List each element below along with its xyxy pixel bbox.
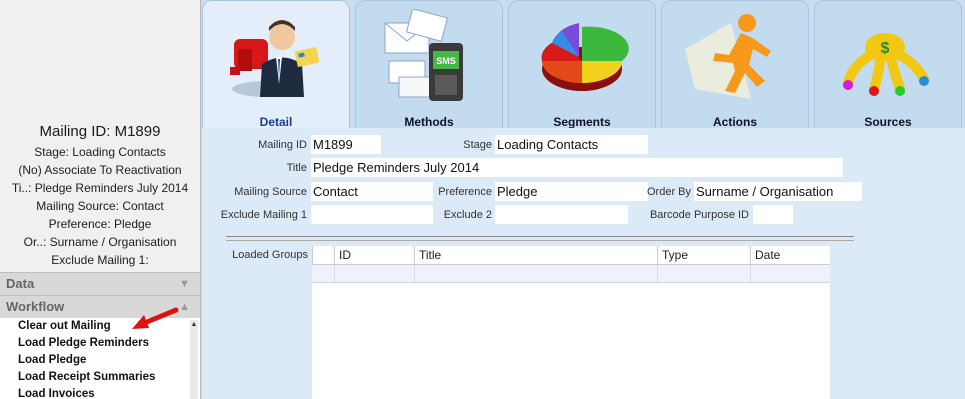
money-sources-icon: $	[843, 33, 929, 96]
tab-methods[interactable]: SMS Methods	[355, 0, 503, 129]
summary-preference: Preference: Pledge	[48, 217, 152, 231]
tab-methods-label: Methods	[404, 115, 454, 129]
preference-label: Preference	[438, 186, 492, 198]
exclude-mailing-1-field[interactable]	[311, 205, 433, 224]
mailing-id-label: Mailing ID	[258, 139, 307, 151]
grid-cell-id	[334, 265, 415, 282]
tab-bar: Detail SMS Methods Segments Actions $ So…	[202, 0, 965, 129]
title-field[interactable]: Pledge Reminders July 2014	[311, 158, 843, 177]
tab-sources[interactable]: $ Sources	[814, 0, 962, 129]
workflow-panel-label: Workflow	[6, 299, 65, 314]
mailing-id-field[interactable]: M1899	[311, 135, 381, 154]
summary-mailing-id: Mailing ID: M1899	[39, 123, 161, 140]
exclude-mailing-1-label: Exclude Mailing 1	[220, 209, 307, 221]
grid-col-title[interactable]: Title	[414, 246, 657, 264]
grid-row-selector-header	[312, 246, 334, 264]
grid-cell-type	[657, 265, 751, 282]
tab-actions-label: Actions	[712, 115, 757, 129]
summary-title: Ti..: Pledge Reminders July 2014	[11, 181, 189, 195]
mailing-summary: Mailing ID: M1899 Stage: Loading Contact…	[0, 122, 200, 278]
grid-header: ID Title Type Date	[312, 246, 830, 265]
tab-segments-label: Segments	[553, 115, 611, 129]
mailing-source-label: Mailing Source	[234, 186, 307, 198]
loaded-groups-grid[interactable]: ID Title Type Date	[312, 246, 830, 399]
grid-col-id[interactable]: ID	[334, 246, 414, 264]
exclude-2-field[interactable]	[495, 205, 628, 224]
chevron-up-icon[interactable]: ▲	[179, 296, 190, 318]
barcode-purpose-id-label: Barcode Purpose ID	[649, 209, 749, 221]
detail-form: Mailing ID M1899 Stage Loading Contacts …	[202, 128, 965, 399]
workflow-item-load-receipt-summaries[interactable]: Load Receipt Summaries	[0, 369, 200, 386]
scroll-up-icon[interactable]: ▲	[190, 320, 198, 330]
tab-sources-label: Sources	[864, 115, 912, 129]
chevron-down-icon[interactable]: ▼	[179, 273, 190, 295]
data-panel-label: Data	[6, 276, 35, 291]
left-panel: Mailing ID: M1899 Stage: Loading Contact…	[0, 0, 201, 399]
svg-text:SMS: SMS	[436, 56, 456, 66]
section-divider	[226, 236, 854, 241]
summary-associate: (No) Associate To Reactivation	[18, 163, 182, 177]
summary-exclude1: Exclude Mailing 1:	[51, 253, 149, 267]
grid-cell-title	[414, 265, 658, 282]
data-panel-header[interactable]: Data ▼	[0, 272, 200, 296]
svg-text:$: $	[881, 40, 890, 57]
tab-detail[interactable]: Detail	[202, 0, 350, 129]
title-label: Title	[286, 162, 307, 174]
summary-source: Mailing Source: Contact	[36, 199, 164, 213]
mailbox-person-icon	[230, 20, 320, 97]
pie-chart-icon	[541, 23, 629, 91]
tab-actions[interactable]: Actions	[661, 0, 809, 129]
stage-label: Stage	[463, 139, 492, 151]
barcode-purpose-id-field[interactable]	[753, 205, 793, 224]
grid-col-date[interactable]: Date	[750, 246, 830, 264]
mailing-source-field[interactable]: Contact	[311, 182, 433, 201]
workflow-scrollbar[interactable]: ▲	[190, 320, 198, 399]
summary-stage: Stage: Loading Contacts	[34, 145, 166, 159]
summary-order: Or..: Surname / Organisation	[23, 235, 177, 249]
stage-field[interactable]: Loading Contacts	[495, 135, 648, 154]
tab-segments[interactable]: Segments	[508, 0, 656, 129]
grid-cell-date	[750, 265, 831, 282]
red-arrow-icon	[132, 307, 179, 329]
workflow-item-load-pledge-reminders[interactable]: Load Pledge Reminders	[0, 335, 200, 352]
grid-col-type[interactable]: Type	[657, 246, 750, 264]
workflow-item-load-pledge[interactable]: Load Pledge	[0, 352, 200, 369]
running-man-icon	[685, 14, 771, 99]
exclude-2-label: Exclude 2	[443, 209, 492, 221]
workflow-item-load-invoices[interactable]: Load Invoices	[0, 386, 200, 399]
order-by-field[interactable]: Surname / Organisation	[694, 182, 862, 201]
tab-detail-label: Detail	[259, 115, 293, 129]
preference-field[interactable]: Pledge	[495, 182, 648, 201]
mail-sms-icon: SMS	[384, 9, 463, 101]
table-row[interactable]	[312, 265, 830, 283]
order-by-label: Order By	[646, 186, 691, 198]
loaded-groups-label: Loaded Groups	[232, 249, 308, 261]
